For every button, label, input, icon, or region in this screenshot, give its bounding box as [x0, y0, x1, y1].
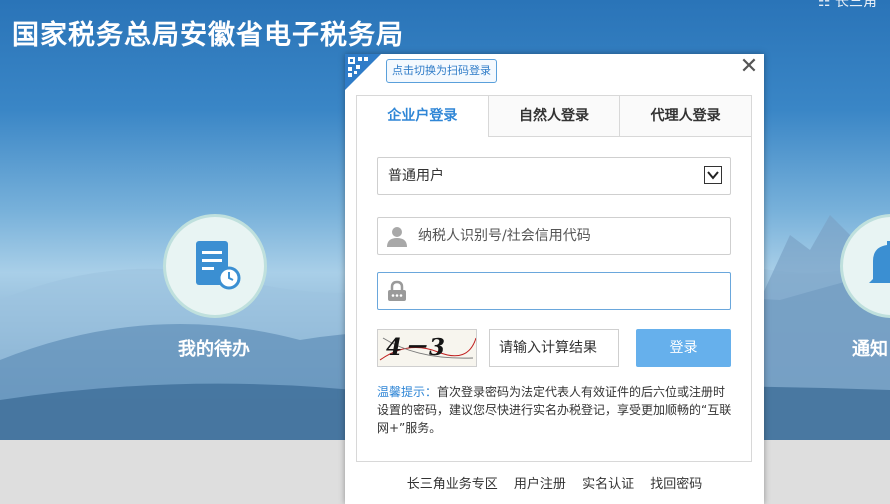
document-clock-icon	[166, 217, 264, 315]
scan-login-tip[interactable]: 点击切换为扫码登录	[386, 59, 497, 83]
notice-tile[interactable]	[840, 214, 890, 318]
todo-label: 我的待办	[178, 335, 250, 361]
login-panel: 企业户登录 自然人登录 代理人登录 普通用户 纳税人识别号/社会信用代码	[356, 95, 752, 462]
dialog-footer-links: 长三角业务专区 用户注册 实名认证 找回密码	[345, 473, 764, 492]
user-type-value: 普通用户	[388, 158, 444, 194]
tab-individual-login[interactable]: 自然人登录	[488, 96, 620, 136]
top-right-link[interactable]: ☷ 长三角	[818, 0, 877, 11]
notice-label: 通知	[852, 335, 888, 361]
password-input[interactable]	[377, 272, 731, 310]
user-icon	[386, 225, 408, 247]
login-tabs: 企业户登录 自然人登录 代理人登录	[357, 96, 751, 137]
top-right-label: 长三角	[835, 0, 877, 10]
link-yangtze-delta[interactable]: 长三角业务专区	[407, 477, 498, 492]
link-register[interactable]: 用户注册	[514, 477, 566, 492]
captcha-text: 4－3＝?	[386, 330, 476, 367]
lock-icon	[386, 280, 408, 302]
calc-result-input[interactable]: 请输入计算结果	[489, 329, 619, 367]
tab-enterprise-login[interactable]: 企业户登录	[357, 96, 488, 136]
captcha-image[interactable]: 4－3＝?	[377, 329, 477, 367]
close-icon[interactable]: ✕	[738, 56, 760, 78]
link-recover-password[interactable]: 找回密码	[650, 477, 702, 492]
todo-tile[interactable]	[163, 214, 267, 318]
taxpayer-id-placeholder: 纳税人识别号/社会信用代码	[418, 218, 591, 254]
list-icon: ☷	[818, 0, 831, 10]
qr-code-icon[interactable]	[345, 54, 381, 90]
login-button[interactable]: 登录	[636, 329, 731, 367]
bell-icon	[843, 217, 890, 315]
site-title: 国家税务总局安徽省电子税务局	[12, 13, 404, 52]
tab-agent-login[interactable]: 代理人登录	[619, 96, 751, 136]
user-type-select[interactable]: 普通用户	[377, 157, 731, 195]
tip-text: 温馨提示：首次登录密码为法定代表人有效证件的后六位或注册时设置的密码，建议您尽快…	[377, 383, 733, 437]
taxpayer-id-input[interactable]: 纳税人识别号/社会信用代码	[377, 217, 731, 255]
calc-result-placeholder: 请输入计算结果	[499, 330, 597, 366]
login-dialog: 点击切换为扫码登录 ✕ 企业户登录 自然人登录 代理人登录 普通用户 纳税人识别…	[345, 54, 764, 504]
tip-label: 温馨提示：	[377, 385, 437, 399]
link-real-name-auth[interactable]: 实名认证	[582, 477, 634, 492]
chevron-down-icon	[704, 166, 722, 184]
